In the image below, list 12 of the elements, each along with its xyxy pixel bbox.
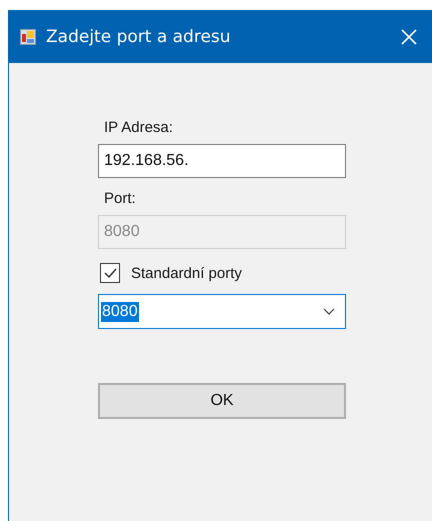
port-dropdown[interactable]: 8080: [98, 294, 346, 329]
field-label: Port:: [104, 190, 137, 207]
checkbox[interactable]: [100, 263, 120, 283]
close-icon: [401, 28, 417, 44]
ok-button[interactable]: OK: [98, 383, 346, 419]
field-label: IP Adresa:: [104, 119, 174, 136]
window-title: Zadejte port a adresu: [46, 26, 231, 46]
check-icon: [102, 266, 118, 280]
chevron-down-icon[interactable]: [323, 308, 335, 315]
app-icon: [20, 28, 36, 44]
checkbox-label: Standardní porty: [131, 264, 242, 282]
ip-address-field[interactable]: 192.168.56.: [98, 144, 346, 178]
